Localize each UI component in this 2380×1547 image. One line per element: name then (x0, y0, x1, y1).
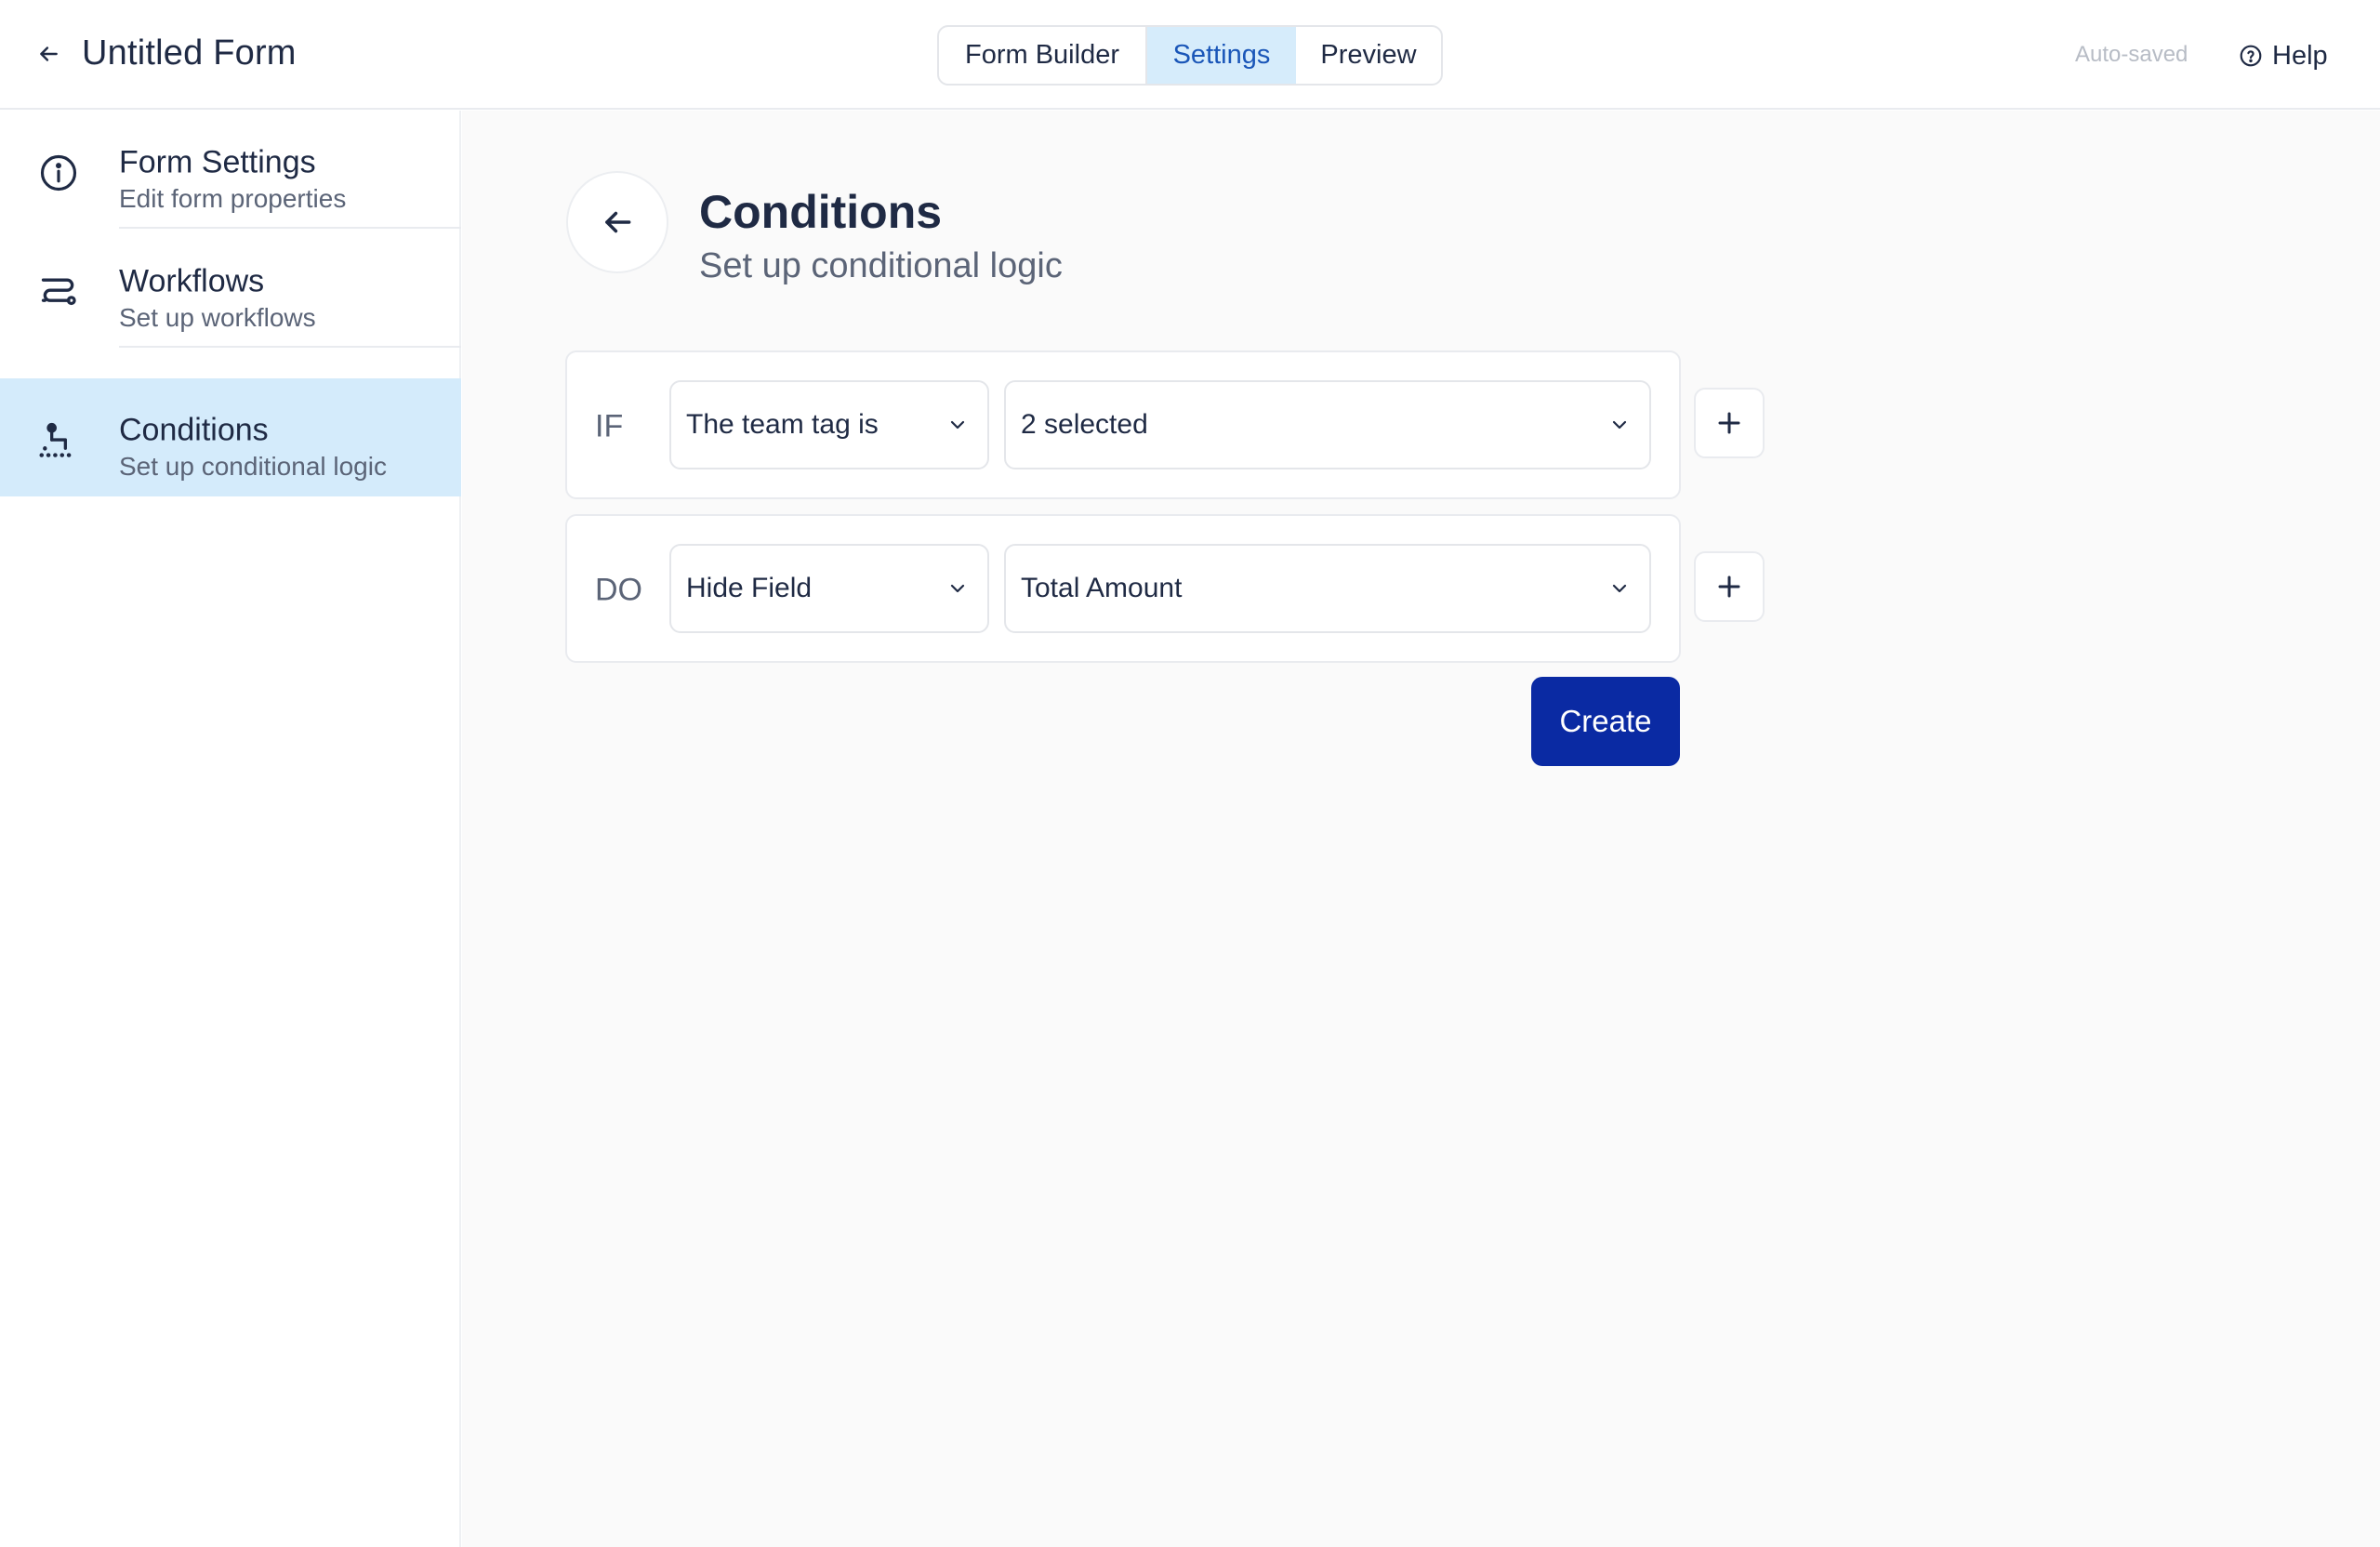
tab-settings[interactable]: Settings (1147, 27, 1296, 84)
back-arrow-icon[interactable] (32, 37, 65, 71)
divider (119, 346, 461, 348)
action-type-select[interactable]: Hide Field (669, 544, 989, 633)
rule-keyword-if: IF (595, 408, 624, 444)
form-title: Untitled Form (82, 33, 297, 73)
plus-icon (1718, 412, 1740, 434)
sidebar-item-label: Conditions (119, 412, 269, 448)
rule-keyword-do: DO (595, 572, 642, 608)
add-action-button[interactable] (1694, 551, 1765, 622)
sidebar-item-description: Set up conditional logic (119, 452, 387, 481)
settings-sidebar: Form Settings Edit form properties Workf… (0, 111, 461, 1547)
tab-form-builder[interactable]: Form Builder (939, 27, 1147, 84)
sidebar-item-label: Form Settings (119, 144, 316, 180)
chevron-down-icon (1606, 412, 1633, 438)
help-label: Help (2272, 40, 2328, 71)
select-value: Hide Field (686, 573, 813, 603)
add-condition-button[interactable] (1694, 388, 1765, 458)
sidebar-item-workflows[interactable]: Workflows Set up workflows (0, 230, 461, 348)
view-tabs: Form Builder Settings Preview (937, 25, 1443, 86)
top-bar: Untitled Form Form Builder Settings Prev… (0, 0, 2380, 110)
action-do-row: DO Hide Field Total Amount (565, 514, 1681, 663)
condition-field-select[interactable]: The team tag is (669, 380, 989, 469)
help-icon (2239, 44, 2263, 68)
create-button[interactable]: Create (1531, 677, 1680, 766)
chevron-down-icon (945, 412, 971, 438)
select-value: The team tag is (686, 409, 879, 440)
sidebar-item-label: Workflows (119, 263, 265, 299)
action-target-select[interactable]: Total Amount (1004, 544, 1651, 633)
workflow-icon (37, 271, 80, 313)
autosave-status: Auto-saved (2075, 42, 2188, 67)
plus-icon (1718, 575, 1740, 598)
sidebar-item-conditions[interactable]: Conditions Set up conditional logic (0, 378, 461, 496)
select-value: Total Amount (1021, 573, 1183, 603)
sidebar-item-description: Set up workflows (119, 303, 316, 332)
sidebar-item-description: Edit form properties (119, 184, 347, 213)
back-button[interactable] (566, 171, 668, 273)
sidebar-item-form-settings[interactable]: Form Settings Edit form properties (0, 111, 461, 229)
back-arrow-icon (605, 211, 631, 233)
page-subtitle: Set up conditional logic (699, 246, 1063, 285)
condition-icon (37, 419, 80, 462)
chevron-down-icon (1606, 575, 1633, 602)
page-title: Conditions (699, 186, 943, 238)
conditions-panel: Conditions Set up conditional logic IF T… (462, 111, 2380, 1547)
divider (119, 227, 461, 229)
tab-preview[interactable]: Preview (1296, 27, 1441, 84)
chevron-down-icon (945, 575, 971, 602)
select-value: 2 selected (1021, 409, 1148, 440)
condition-if-row: IF The team tag is 2 selected (565, 350, 1681, 499)
info-icon (37, 152, 80, 194)
help-button[interactable]: Help (2239, 37, 2328, 74)
condition-value-select[interactable]: 2 selected (1004, 380, 1651, 469)
